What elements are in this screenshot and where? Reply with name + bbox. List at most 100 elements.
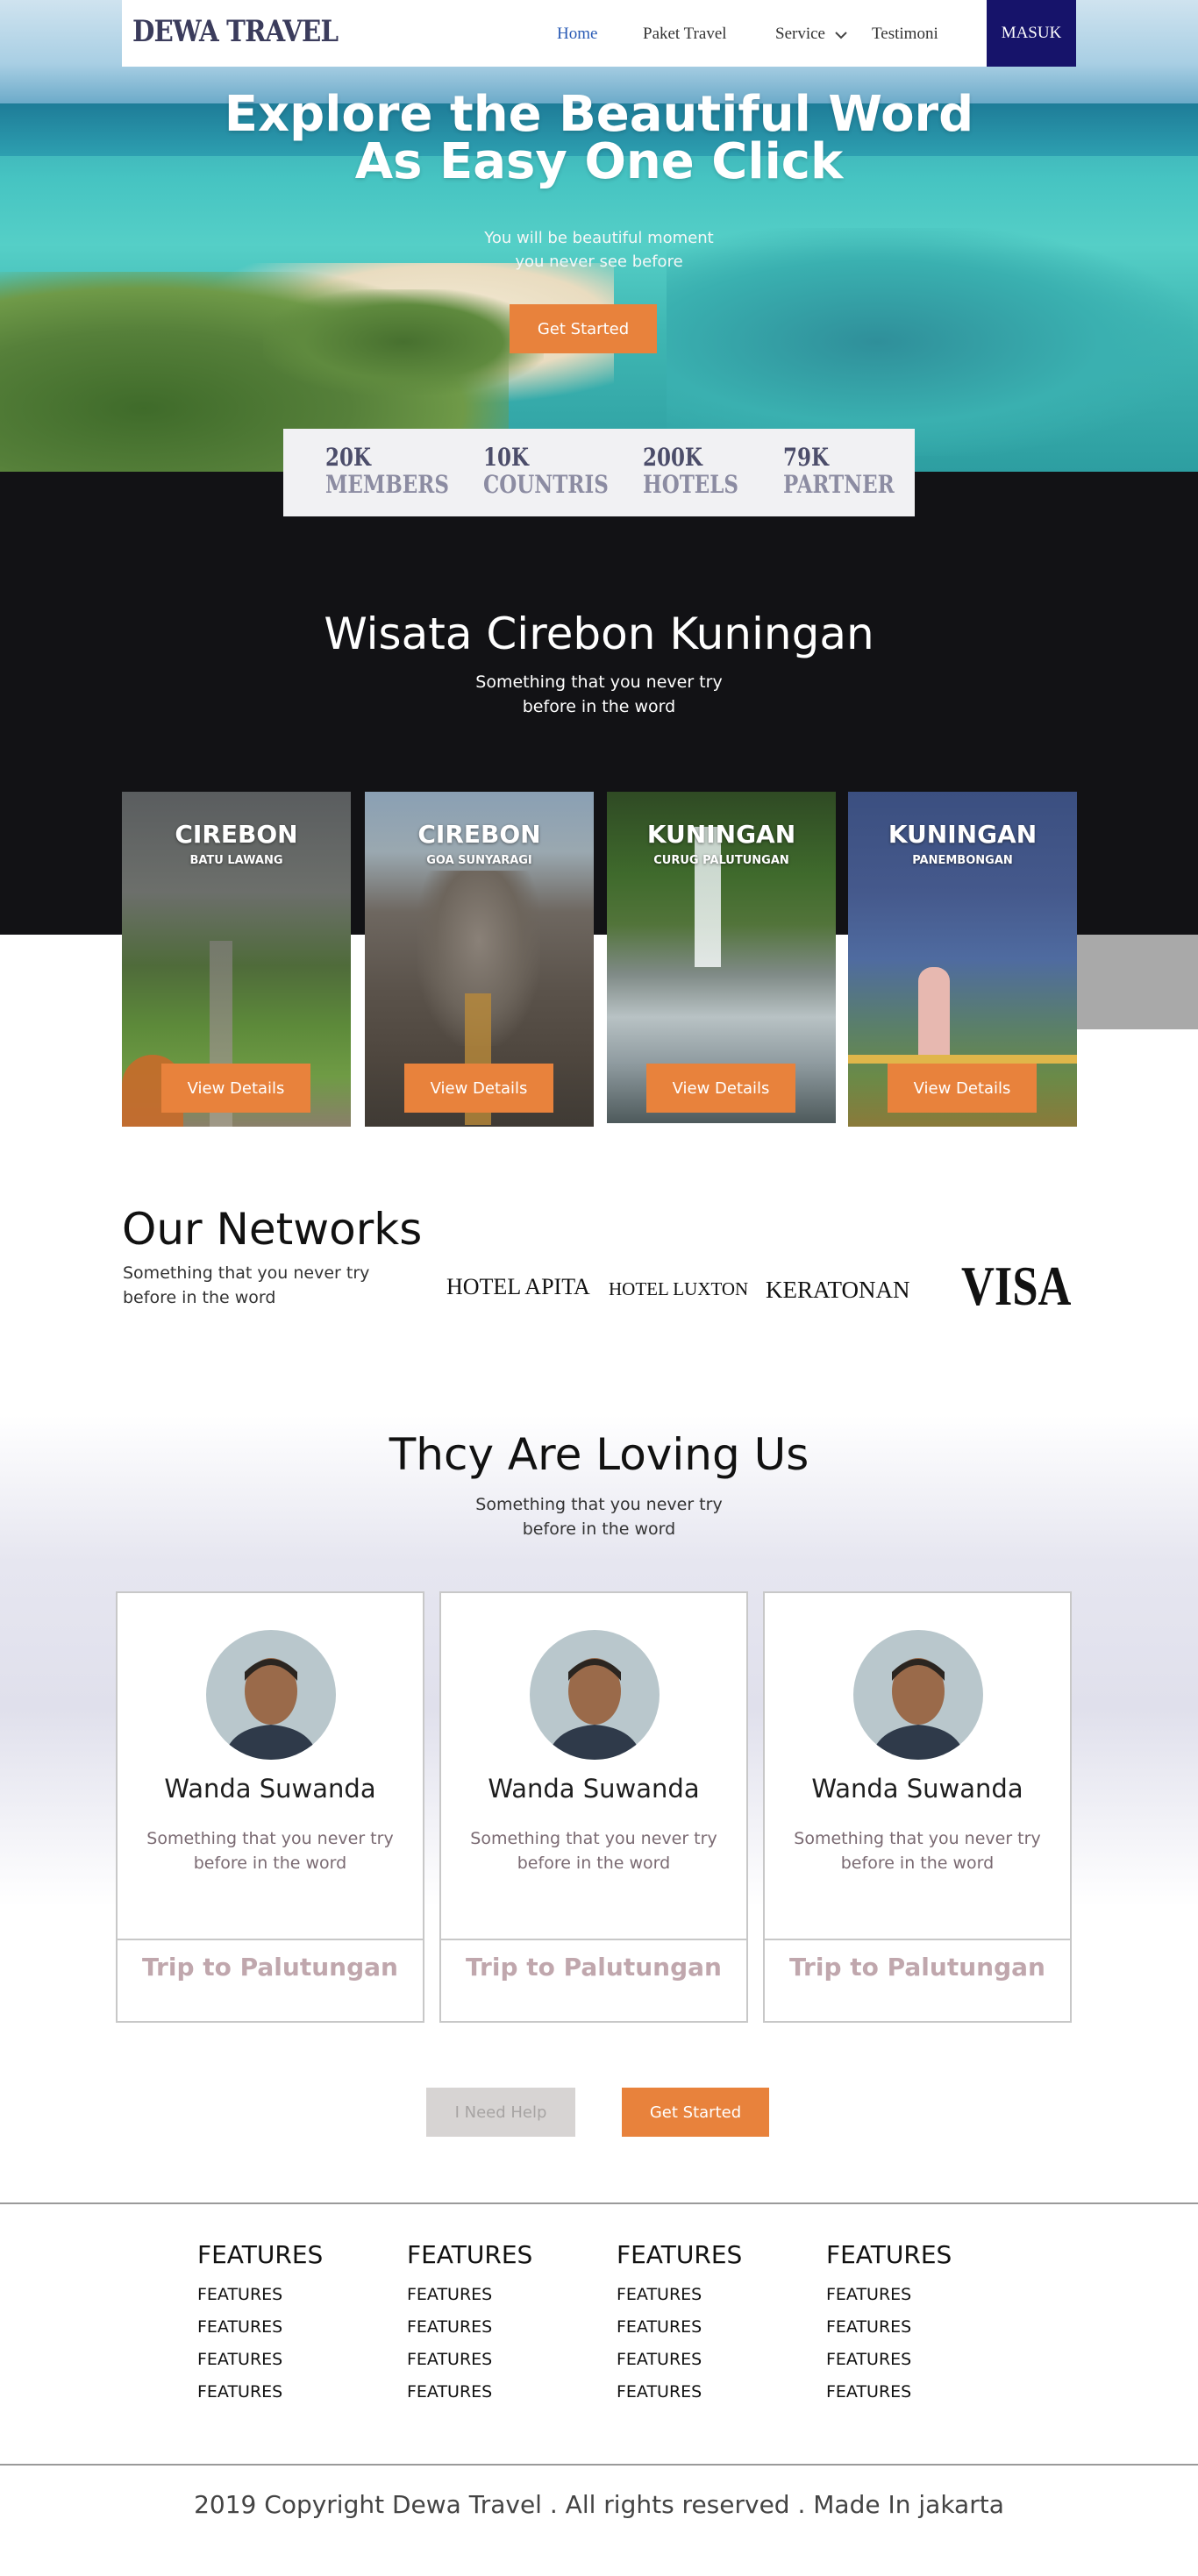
divider	[441, 1939, 746, 1940]
networks-subtitle-line2: before in the word	[123, 1288, 276, 1307]
copyright-text: 2019 Copyright Dewa Travel . All rights …	[194, 2490, 1004, 2519]
nav-home[interactable]: Home	[557, 25, 597, 44]
stat-value: 20K	[325, 443, 371, 472]
testimonial-name: Wanda Suwanda	[488, 1774, 700, 1804]
stat-label: MEMBERS	[325, 470, 449, 499]
card-subtitle: PANEMBONGAN	[912, 854, 1013, 867]
chevron-down-icon[interactable]	[832, 26, 850, 44]
hero-subtitle-line1: You will be beautiful moment	[484, 229, 714, 247]
avatar	[853, 1630, 983, 1760]
testimonials-subtitle: Something that you never try before in t…	[0, 1492, 1198, 1541]
view-details-button[interactable]: View Details	[404, 1064, 553, 1113]
hero-island-trees	[263, 289, 544, 395]
footer-link[interactable]: FEATURES	[197, 2344, 323, 2376]
hero-subtitle: You will be beautiful moment you never s…	[0, 226, 1198, 274]
destination-card-goa-sunyaragi[interactable]: CIREBON GOA SUNYARAGI View Details	[365, 792, 594, 1127]
stat-label: HOTELS	[643, 470, 739, 499]
partner-logo-keratonan: KERATONAN	[766, 1277, 910, 1303]
stat-hotels: 200K HOTELS	[643, 445, 738, 499]
destinations-subtitle-line2: before in the word	[522, 697, 676, 716]
card-title: CIREBON	[417, 820, 541, 849]
view-details-button[interactable]: View Details	[161, 1064, 310, 1113]
testimonial-text-line1: Something that you never try	[470, 1829, 717, 1848]
view-details-button[interactable]: View Details	[646, 1064, 795, 1113]
person-shape	[918, 967, 950, 1064]
testimonial-text-line1: Something that you never try	[794, 1829, 1041, 1848]
logo[interactable]: DEWA TRAVEL	[132, 14, 339, 49]
card-subtitle: BATU LAWANG	[189, 854, 283, 867]
hero-subtitle-line2: you never see before	[515, 253, 683, 271]
hero-title: Explore the Beautiful Word As Easy One C…	[0, 86, 1198, 190]
testimonial-text-line2: before in the word	[517, 1854, 671, 1873]
partner-logo-hotel-apita: HOTEL APITA	[446, 1274, 590, 1299]
footer-link[interactable]: FEATURES	[826, 2376, 952, 2409]
stat-label: COUNTRIS	[483, 470, 609, 499]
testimonial-card: Wanda Suwanda Something that you never t…	[116, 1591, 424, 2023]
footer-link[interactable]: FEATURES	[407, 2376, 532, 2409]
destination-card-batu-lawang[interactable]: CIREBON BATU LAWANG View Details	[122, 792, 351, 1127]
footer-divider-bottom	[0, 2464, 1198, 2466]
testimonial-trip[interactable]: Trip to Palutungan	[441, 1953, 746, 1982]
login-button[interactable]: MASUK	[987, 0, 1076, 67]
testimonial-text: Something that you never try before in t…	[765, 1826, 1070, 1875]
card-subtitle: GOA SUNYARAGI	[426, 854, 532, 867]
get-started-button[interactable]: Get Started	[622, 2088, 769, 2137]
avatar	[206, 1630, 336, 1760]
stat-value: 200K	[643, 443, 702, 472]
divider	[765, 1939, 1070, 1940]
footer-link[interactable]: FEATURES	[617, 2376, 742, 2409]
footer-link[interactable]: FEATURES	[617, 2311, 742, 2344]
footer-link[interactable]: FEATURES	[197, 2311, 323, 2344]
footer-column: FEATURES FEATURES FEATURES FEATURES FEAT…	[617, 2238, 742, 2409]
destination-card-panembongan[interactable]: KUNINGAN PANEMBONGAN View Details	[848, 792, 1077, 1127]
footer-column: FEATURES FEATURES FEATURES FEATURES FEAT…	[407, 2238, 532, 2409]
hero-title-line2: As Easy One Click	[354, 133, 844, 190]
footer-heading: FEATURES	[826, 2240, 952, 2269]
footer-column: FEATURES FEATURES FEATURES FEATURES FEAT…	[197, 2238, 323, 2409]
get-started-button[interactable]: Get Started	[510, 304, 657, 353]
avatar	[530, 1630, 660, 1760]
card-title: KUNINGAN	[646, 820, 796, 849]
stat-partner: 79K PARTNER	[783, 445, 895, 499]
navbar: DEWA TRAVEL Home Paket Travel Service Te…	[122, 0, 1076, 67]
footer-link[interactable]: FEATURES	[197, 2376, 323, 2409]
footer-heading: FEATURES	[407, 2240, 533, 2269]
footer-link[interactable]: FEATURES	[407, 2344, 532, 2376]
nav-service[interactable]: Service	[775, 25, 825, 44]
card-title: KUNINGAN	[888, 820, 1038, 849]
stats-bar: 20K MEMBERS 10K COUNTRIS 200K HOTELS 79K…	[283, 429, 915, 516]
footer-link[interactable]: FEATURES	[617, 2279, 742, 2311]
testimonial-text: Something that you never try before in t…	[118, 1826, 423, 1875]
need-help-button[interactable]: I Need Help	[426, 2088, 575, 2137]
footer-divider	[0, 2202, 1198, 2204]
testimonial-card: Wanda Suwanda Something that you never t…	[439, 1591, 748, 2023]
nav-paket-travel[interactable]: Paket Travel	[643, 25, 727, 44]
footer-link[interactable]: FEATURES	[407, 2311, 532, 2344]
footer-heading: FEATURES	[617, 2240, 743, 2269]
testimonials-subtitle-line2: before in the word	[522, 1519, 676, 1539]
hero-title-line1: Explore the Beautiful Word	[224, 86, 974, 143]
footer-link[interactable]: FEATURES	[826, 2311, 952, 2344]
stat-label: PARTNER	[783, 470, 895, 499]
testimonial-trip[interactable]: Trip to Palutungan	[765, 1953, 1070, 1982]
stat-members: 20K MEMBERS	[325, 445, 449, 499]
footer-link[interactable]: FEATURES	[617, 2344, 742, 2376]
testimonial-name: Wanda Suwanda	[811, 1774, 1023, 1804]
partner-logo-hotel-luxton: HOTEL LUXTON	[609, 1278, 749, 1299]
footer-link[interactable]: FEATURES	[407, 2279, 532, 2311]
networks-subtitle: Something that you never try before in t…	[123, 1261, 369, 1310]
footer-link[interactable]: FEATURES	[826, 2279, 952, 2311]
footer-link[interactable]: FEATURES	[197, 2279, 323, 2311]
view-details-button[interactable]: View Details	[888, 1064, 1037, 1113]
testimonials-title: Thcy Are Loving Us	[389, 1429, 809, 1480]
footer-link[interactable]: FEATURES	[826, 2344, 952, 2376]
nav-testimoni[interactable]: Testimoni	[872, 25, 938, 44]
destinations-title: Wisata Cirebon Kuningan	[324, 608, 874, 659]
destination-card-curug-palutungan[interactable]: KUNINGAN CURUG PALUTUNGAN View Details	[607, 792, 836, 1123]
stat-value: 10K	[483, 443, 529, 472]
testimonial-trip[interactable]: Trip to Palutungan	[118, 1953, 423, 1982]
divider	[118, 1939, 423, 1940]
partner-logo-visa: VISA	[961, 1255, 1072, 1317]
decorative-block	[1076, 935, 1198, 1029]
testimonial-text-line2: before in the word	[193, 1854, 347, 1873]
